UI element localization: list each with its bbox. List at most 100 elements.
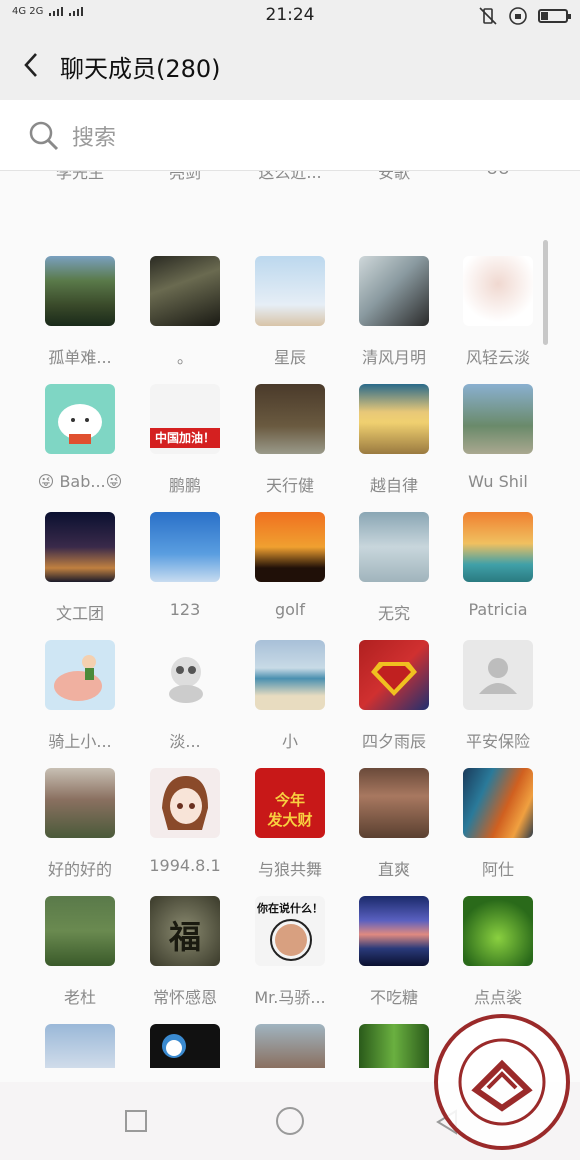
member-item[interactable]: 亮剑 — [135, 171, 235, 255]
member-avatar — [463, 896, 533, 966]
member-grid[interactable]: 李先生 亮剑 这么近... 安歌 UU 孤单难... 。 星辰 清风月明 风轻云… — [0, 171, 580, 1081]
member-item[interactable]: 李先生 — [30, 171, 130, 255]
member-avatar — [45, 1024, 115, 1068]
scrollbar-thumb[interactable] — [543, 240, 548, 345]
member-item[interactable]: 123 — [135, 512, 235, 640]
member-item[interactable]: 好的好的 — [30, 768, 130, 896]
search-icon — [29, 121, 59, 151]
member-name: 平安保险 — [465, 732, 530, 751]
member-item[interactable]: UU — [448, 171, 548, 255]
member-name: 越自律 — [369, 476, 418, 495]
recent-apps-button[interactable] — [125, 1110, 147, 1132]
member-item[interactable]: 清风月明 — [344, 256, 444, 384]
member-name: Mr.马骄... — [254, 988, 326, 1007]
avatar-caption: 福 — [168, 918, 201, 956]
member-item[interactable]: 点点裟 — [448, 896, 548, 1024]
superman-logo-icon — [371, 662, 417, 696]
member-avatar — [359, 896, 429, 966]
battery-icon — [538, 9, 571, 23]
member-item[interactable]: 无究 — [344, 512, 444, 640]
member-avatar: 今年 发大财 — [255, 768, 325, 838]
member-item[interactable]: 。 — [135, 256, 235, 384]
member-name: 四夕雨辰 — [361, 732, 426, 751]
member-avatar — [150, 640, 220, 710]
back-button[interactable] — [18, 50, 48, 80]
mute-vibrate-icon — [479, 7, 497, 25]
panda-sketch-icon — [169, 657, 203, 703]
member-avatar — [150, 256, 220, 326]
member-item[interactable]: 今年 发大财 与狼共舞 — [240, 768, 340, 896]
member-name: 😜 Bab...😜 — [37, 472, 123, 491]
member-item[interactable]: 骑上小... — [30, 640, 130, 768]
member-item[interactable]: 淡... — [135, 640, 235, 768]
member-name: 骑上小... — [48, 732, 112, 751]
member-item[interactable] — [344, 1024, 444, 1081]
member-avatar — [359, 384, 429, 454]
member-item[interactable] — [30, 1024, 130, 1081]
member-item[interactable]: 文工团 — [30, 512, 130, 640]
member-name: 1994.8.1 — [149, 856, 221, 875]
member-avatar — [45, 256, 115, 326]
member-item[interactable]: 四夕雨辰 — [344, 640, 444, 768]
member-name: 天行健 — [265, 476, 314, 495]
title-bar: 聊天成员(280) — [0, 32, 580, 100]
member-name: 安歌 — [377, 171, 410, 182]
member-item[interactable]: 风轻云淡 — [448, 256, 548, 384]
member-name: 点点裟 — [473, 988, 522, 1007]
member-item[interactable]: 越自律 — [344, 384, 444, 512]
member-avatar — [255, 1024, 325, 1068]
member-avatar — [359, 640, 429, 710]
member-name: 老杜 — [63, 988, 96, 1007]
member-avatar: 你在说什么！ — [255, 896, 325, 966]
member-avatar — [150, 768, 220, 838]
member-item[interactable]: 不吃糖 — [344, 896, 444, 1024]
member-name: 亮剑 — [168, 171, 201, 182]
member-item[interactable]: Wu Shil — [448, 384, 548, 512]
member-item[interactable]: golf — [240, 512, 340, 640]
member-avatar — [255, 256, 325, 326]
member-name: 文工团 — [55, 604, 104, 623]
member-avatar — [359, 1024, 429, 1068]
member-name: 不吃糖 — [369, 988, 418, 1007]
member-item[interactable]: 福 常怀感恩 — [135, 896, 235, 1024]
default-user-icon — [479, 658, 517, 694]
member-item[interactable]: 老杜 — [30, 896, 130, 1024]
member-avatar — [45, 896, 115, 966]
member-item[interactable]: 你在说什么！ Mr.马骄... — [240, 896, 340, 1024]
search-input[interactable]: 搜索 — [72, 120, 116, 152]
member-item[interactable]: 星辰 — [240, 256, 340, 384]
member-avatar: 中国加油！ — [150, 384, 220, 454]
member-item[interactable]: 😜 Bab...😜 — [30, 384, 130, 512]
member-item[interactable]: 1994.8.1 — [135, 768, 235, 896]
status-bar: 4G 2G 21:24 — [0, 0, 580, 32]
member-avatar — [463, 512, 533, 582]
member-item[interactable]: 中国加油！ 鹏鹏 — [135, 384, 235, 512]
member-item[interactable]: 小 — [240, 640, 340, 768]
anime-girl-icon — [162, 776, 208, 830]
member-avatar — [45, 768, 115, 838]
rotation-lock-icon — [509, 7, 527, 25]
member-name: 孤单难... — [48, 348, 112, 367]
member-item[interactable]: 孤单难... — [30, 256, 130, 384]
member-name: 阿仕 — [481, 860, 514, 879]
search-bar[interactable]: 搜索 — [0, 100, 580, 171]
member-avatar: 福 — [150, 896, 220, 966]
member-item[interactable] — [135, 1024, 235, 1081]
member-item[interactable]: 阿仕 — [448, 768, 548, 896]
member-item[interactable] — [240, 1024, 340, 1081]
member-avatar — [463, 384, 533, 454]
home-button[interactable] — [276, 1107, 304, 1135]
member-name: 鹏鹏 — [168, 476, 201, 495]
member-item[interactable]: 直爽 — [344, 768, 444, 896]
member-avatar — [359, 256, 429, 326]
member-item[interactable]: 天行健 — [240, 384, 340, 512]
avatar-caption: 你在说什么！ — [257, 902, 323, 915]
member-avatar — [255, 384, 325, 454]
member-item[interactable]: 这么近... — [240, 171, 340, 255]
cartoon-cat-icon — [58, 404, 102, 444]
member-item[interactable]: 安歌 — [344, 171, 444, 255]
member-name: 小 — [281, 732, 298, 751]
member-item[interactable]: Patricia — [448, 512, 548, 640]
member-name: 123 — [169, 600, 201, 619]
member-item[interactable]: 平安保险 — [448, 640, 548, 768]
